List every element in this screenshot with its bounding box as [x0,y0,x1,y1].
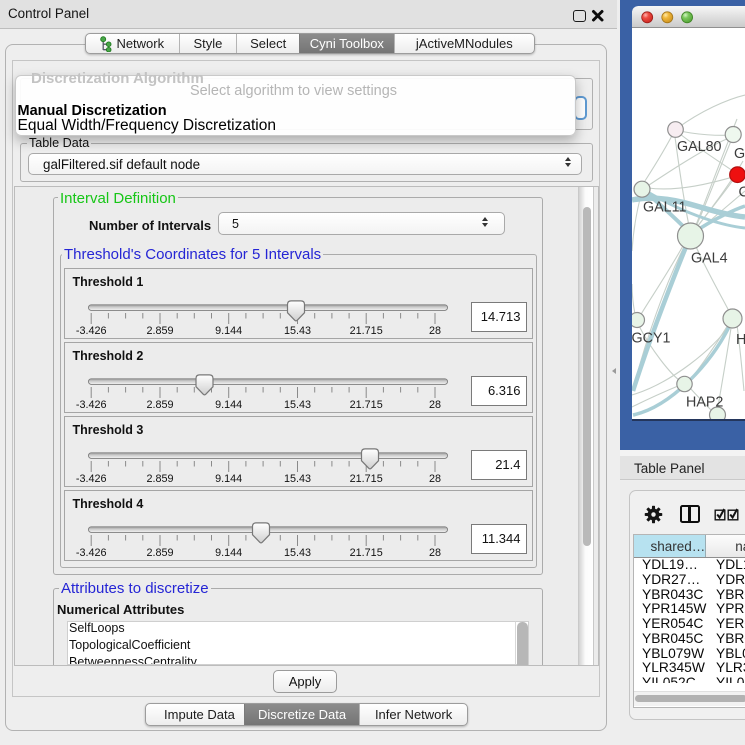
svg-text:HAP2: HAP2 [686,395,723,411]
svg-text:21.715: 21.715 [349,325,382,337]
svg-text:15.43: 15.43 [283,399,310,411]
svg-text:GAL80: GAL80 [677,139,722,155]
svg-text:21.715: 21.715 [349,473,382,485]
svg-text:2.859: 2.859 [146,473,173,485]
svg-text:GAL11: GAL11 [643,200,686,216]
svg-text:GAL4: GAL4 [691,251,728,267]
svg-text:2.859: 2.859 [146,325,173,337]
svg-text:9.144: 9.144 [215,473,242,485]
svg-text:C: C [739,185,745,201]
svg-text:15.43: 15.43 [283,325,310,337]
svg-text:-3.426: -3.426 [75,399,106,411]
svg-text:-3.426: -3.426 [75,547,106,559]
svg-text:GA: GA [734,146,745,162]
svg-text:GCY1: GCY1 [632,331,670,347]
svg-text:15.43: 15.43 [283,547,310,559]
svg-text:2.859: 2.859 [146,547,173,559]
svg-text:9.144: 9.144 [215,399,242,411]
svg-text:9.144: 9.144 [215,547,242,559]
svg-text:9.144: 9.144 [215,325,242,337]
svg-text:-3.426: -3.426 [75,473,106,485]
svg-text:21.715: 21.715 [349,399,382,411]
svg-text:28: 28 [428,399,440,411]
svg-text:28: 28 [428,473,440,485]
svg-text:-3.426: -3.426 [75,325,106,337]
svg-text:28: 28 [428,325,440,337]
svg-text:28: 28 [428,547,440,559]
svg-text:21.715: 21.715 [349,547,382,559]
svg-text:H: H [736,332,745,348]
svg-text:15.43: 15.43 [283,473,310,485]
svg-text:2.859: 2.859 [146,399,173,411]
